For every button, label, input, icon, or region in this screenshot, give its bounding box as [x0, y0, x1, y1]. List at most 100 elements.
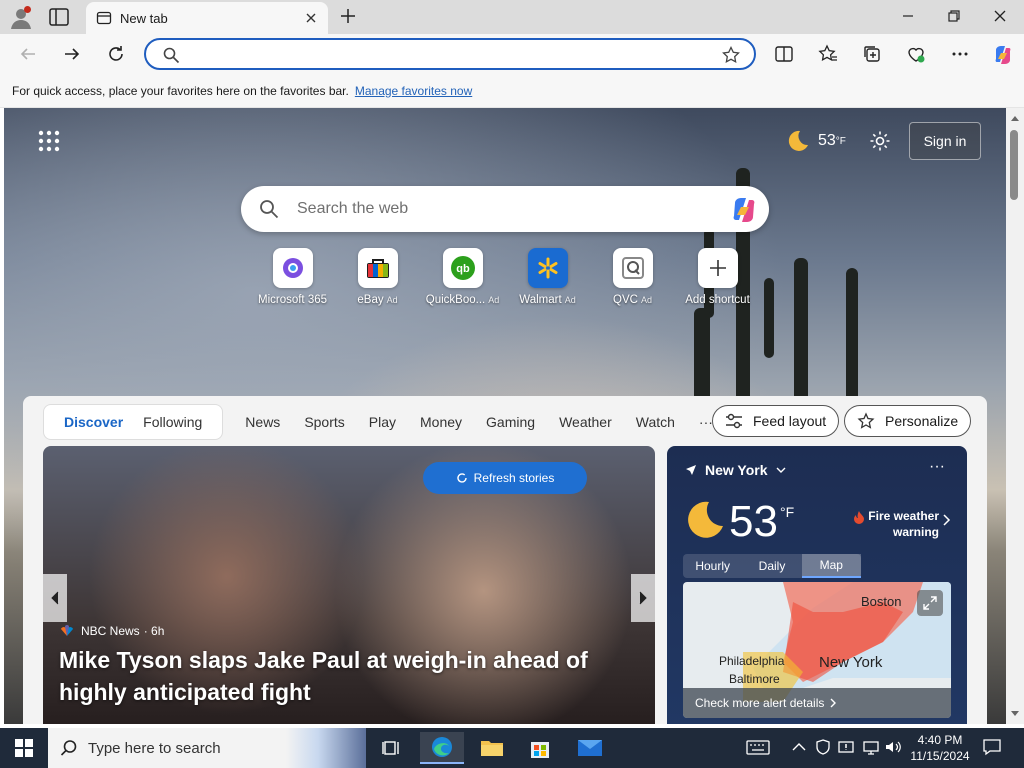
manage-favorites-link[interactable]: Manage favorites now	[355, 84, 472, 98]
task-view-icon	[382, 739, 402, 757]
tab-gaming[interactable]: Gaming	[474, 414, 547, 430]
edge-icon	[430, 735, 454, 759]
add-shortcut-button[interactable]: Add shortcut	[675, 248, 760, 306]
shortcut-walmart[interactable]: Walmart Ad	[505, 248, 590, 306]
weather-unit: °F	[835, 135, 846, 147]
chevron-up-icon[interactable]	[790, 738, 808, 756]
weather-view-tabs: Hourly Daily Map	[683, 554, 861, 578]
taskbar-file-explorer[interactable]	[470, 732, 514, 764]
new-tab-page: 53 °F Sign in Search the web Microsoft 3…	[4, 108, 1006, 724]
collections-icon[interactable]	[862, 44, 882, 64]
personalize-button[interactable]: Personalize	[844, 405, 972, 437]
taskbar-mail[interactable]	[568, 732, 612, 764]
weather-widget[interactable]: 53 °F	[784, 128, 846, 154]
favorite-star-icon[interactable]	[722, 46, 740, 64]
tab-actions-icon[interactable]	[49, 8, 69, 26]
ad-badge: Ad	[640, 295, 652, 305]
fire-icon	[853, 510, 865, 524]
tab-play[interactable]: Play	[357, 414, 408, 430]
tab-sports[interactable]: Sports	[292, 414, 356, 430]
gear-icon[interactable]	[869, 130, 891, 152]
weather-more-button[interactable]: ···	[929, 458, 945, 476]
hero-story-card[interactable]: Refresh stories NBC News · 6h Mike Tyson…	[43, 446, 655, 724]
browser-toolbar	[0, 34, 1024, 74]
address-bar[interactable]	[144, 38, 756, 70]
weather-card-unit: °F	[780, 504, 795, 520]
carousel-next-button[interactable]	[631, 574, 655, 622]
tab-hourly[interactable]: Hourly	[683, 554, 742, 578]
minimize-icon[interactable]	[898, 6, 918, 26]
scrollbar-thumb[interactable]	[1010, 130, 1018, 200]
plus-icon[interactable]	[338, 6, 358, 26]
moon-icon	[784, 128, 810, 154]
taskbar-store[interactable]	[518, 732, 562, 764]
tab-map[interactable]: Map	[801, 554, 861, 578]
task-view-button[interactable]	[370, 732, 414, 764]
tab-news[interactable]: News	[233, 414, 292, 430]
page-scrollbar[interactable]	[1006, 108, 1024, 724]
shortcut-qvc[interactable]: QVC Ad	[590, 248, 675, 306]
title-bar: New tab	[0, 0, 1024, 34]
taskbar-edge[interactable]	[420, 732, 464, 764]
restore-icon[interactable]	[944, 6, 964, 26]
security-icon[interactable]	[814, 738, 832, 756]
fire-weather-alert[interactable]: Fire weather warning	[845, 508, 939, 540]
alert-text: Fire weather warning	[868, 509, 939, 539]
walmart-spark-icon	[536, 256, 560, 280]
tab-weather[interactable]: Weather	[547, 414, 624, 430]
copilot-icon[interactable]	[992, 44, 1012, 64]
story-source-name: NBC News	[81, 624, 140, 638]
shortcut-microsoft-365[interactable]: Microsoft 365	[250, 248, 335, 306]
copilot-icon[interactable]	[729, 195, 759, 225]
feed-layout-button[interactable]: Feed layout	[712, 405, 840, 437]
scroll-up-icon[interactable]	[1010, 114, 1020, 122]
sliders-icon	[725, 413, 743, 429]
alert-details-link[interactable]: Check more alert details	[683, 688, 951, 718]
feed-nav: Discover Following News Sports Play Mone…	[43, 404, 725, 440]
keyboard-icon[interactable]	[746, 738, 770, 756]
back-icon[interactable]	[18, 44, 38, 64]
network-icon[interactable]	[862, 738, 880, 756]
story-headline[interactable]: Mike Tyson slaps Jake Paul at weigh-in a…	[59, 644, 619, 708]
weather-location[interactable]: New York	[685, 462, 786, 478]
close-window-icon[interactable]	[990, 6, 1010, 26]
refresh-icon[interactable]	[106, 44, 126, 64]
tab-watch[interactable]: Watch	[624, 414, 687, 430]
tab-discover[interactable]: Discover	[54, 414, 133, 430]
more-options-icon[interactable]	[950, 44, 970, 64]
weather-card[interactable]: New York ··· 53 °F Fire weather warning	[667, 446, 967, 724]
sign-in-button[interactable]: Sign in	[909, 122, 981, 160]
chevron-right-icon	[638, 591, 648, 605]
forward-icon[interactable]	[62, 44, 82, 64]
profile-icon[interactable]	[8, 5, 34, 31]
weather-map[interactable]: Boston Philadelphia New York Baltimore C…	[683, 582, 951, 718]
notifications-icon[interactable]	[982, 738, 1002, 756]
taskbar-clock[interactable]: 4:40 PM 11/15/2024	[904, 732, 976, 764]
refresh-stories-button[interactable]: Refresh stories	[423, 462, 587, 494]
app-launcher-icon[interactable]	[38, 130, 60, 152]
start-button[interactable]	[0, 728, 48, 768]
taskbar-search-box[interactable]: Type here to search	[48, 728, 366, 768]
tab-daily[interactable]: Daily	[742, 554, 801, 578]
news-feed: Discover Following News Sports Play Mone…	[23, 396, 987, 724]
tab-following[interactable]: Following	[133, 414, 212, 430]
shortcut-quickbooks[interactable]: qb QuickBoo... Ad	[420, 248, 505, 306]
volume-icon[interactable]	[884, 738, 902, 756]
battery-alert-icon[interactable]	[838, 738, 856, 756]
carousel-prev-button[interactable]	[43, 574, 67, 622]
shortcut-label: Microsoft 365	[257, 294, 328, 306]
favorites-icon[interactable]	[818, 44, 838, 64]
browser-essentials-icon[interactable]	[906, 44, 926, 64]
split-screen-icon[interactable]	[774, 44, 794, 64]
shortcut-label: Walmart	[519, 294, 562, 306]
scroll-down-icon[interactable]	[1010, 710, 1020, 718]
tab-money[interactable]: Money	[408, 414, 474, 430]
search-highlight-image	[286, 728, 366, 768]
tab-new-tab[interactable]: New tab	[86, 2, 328, 34]
close-icon[interactable]	[303, 10, 319, 26]
weather-location-name: New York	[705, 462, 768, 478]
shortcut-ebay[interactable]: eBay Ad	[335, 248, 420, 306]
web-search-box[interactable]: Search the web	[241, 186, 769, 232]
expand-map-button[interactable]	[917, 590, 943, 616]
folder-icon	[480, 738, 504, 758]
